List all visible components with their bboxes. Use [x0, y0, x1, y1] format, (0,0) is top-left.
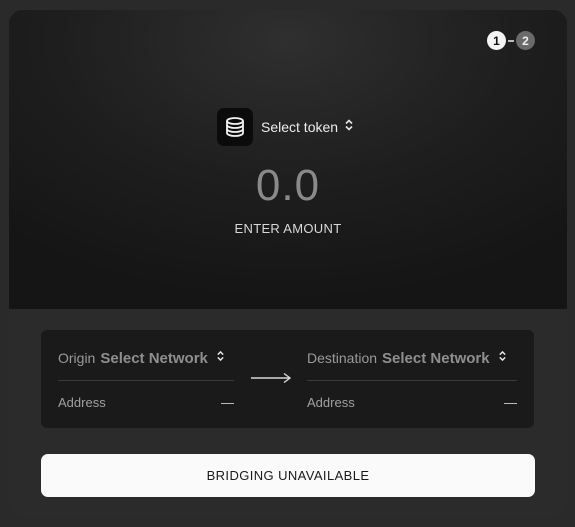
up-down-chevron-icon: [498, 349, 507, 367]
up-down-chevron-icon: [344, 118, 354, 136]
up-down-chevron-icon: [216, 349, 225, 367]
destination-address-label: Address: [307, 394, 355, 410]
token-selector[interactable]: Select token: [217, 108, 354, 146]
origin-label: Origin: [58, 350, 96, 366]
select-token-label: Select token: [261, 119, 339, 135]
destination-label: Destination: [307, 350, 378, 366]
step-indicator: 1 2: [487, 31, 535, 50]
destination-network-value: Select Network: [382, 349, 490, 367]
step-1: 1: [487, 31, 506, 50]
origin-address-row: Address —: [58, 393, 234, 411]
destination-network-selector[interactable]: Destination Select Network: [307, 347, 507, 369]
origin-address-value: —: [221, 394, 234, 410]
step-connector: [508, 39, 514, 42]
destination-address-value: —: [504, 394, 517, 410]
amount-input[interactable]: 0.0: [9, 161, 567, 211]
origin-divider: [58, 380, 234, 381]
bridge-card: 1 2 Select token 0.0 ENTER AMOUNT Origin…: [9, 10, 567, 518]
route-box: Origin Select Network Address — Destinat…: [41, 330, 534, 428]
step-2: 2: [516, 31, 535, 50]
bridge-action-button[interactable]: BRIDGING UNAVAILABLE: [41, 454, 535, 497]
route-panel: Origin Select Network Address — Destinat…: [9, 309, 567, 518]
origin-network-selector[interactable]: Origin Select Network: [58, 347, 225, 369]
origin-network-value: Select Network: [100, 349, 208, 367]
amount-panel: 1 2 Select token 0.0 ENTER AMOUNT: [9, 10, 567, 309]
destination-divider: [307, 380, 517, 381]
origin-address-label: Address: [58, 394, 106, 410]
amount-caption: ENTER AMOUNT: [234, 221, 342, 236]
arrow-right-icon: [250, 371, 292, 390]
database-stack-icon: [217, 108, 253, 146]
destination-address-row: Address —: [307, 393, 517, 411]
